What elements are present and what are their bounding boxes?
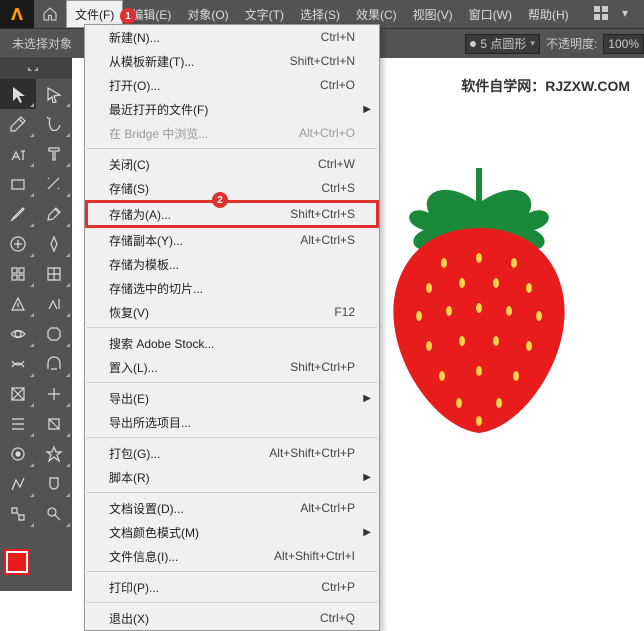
annotation-badge-1: 1 <box>120 8 136 24</box>
tools-collapse-icon[interactable] <box>0 59 72 79</box>
menu-item-29[interactable]: 退出(X)Ctrl+Q <box>85 606 379 630</box>
tool-28[interactable] <box>0 499 36 529</box>
menu-item-27[interactable]: 打印(P)...Ctrl+P <box>85 575 379 599</box>
tool-14[interactable] <box>0 289 36 319</box>
menu-item-21[interactable]: 脚本(R)▶ <box>85 465 379 489</box>
tool-27[interactable] <box>36 469 72 499</box>
selection-status: 未选择对象 <box>12 35 72 52</box>
menu-item-7[interactable]: 存储(S)Ctrl+S <box>85 176 379 200</box>
watermark-text: 软件自学网：RJZXW.COM <box>461 76 630 96</box>
menu-help[interactable]: 帮助(H) <box>520 0 577 28</box>
tool-16[interactable] <box>0 319 36 349</box>
menu-item-15[interactable]: 置入(L)...Shift+Ctrl+P <box>85 355 379 379</box>
menu-item-10[interactable]: 存储为模板... <box>85 252 379 276</box>
app-logo-icon <box>0 0 34 28</box>
menu-item-3[interactable]: 最近打开的文件(F)▶ <box>85 97 379 121</box>
tool-1[interactable] <box>36 79 72 109</box>
stroke-profile-dropdown[interactable]: 5 点圆形 ▾ <box>465 34 540 54</box>
opacity-value-input[interactable]: 100% <box>603 34 644 54</box>
menu-view[interactable]: 视图(V) <box>405 0 461 28</box>
menu-item-14[interactable]: 搜索 Adobe Stock... <box>85 331 379 355</box>
tool-29[interactable] <box>36 499 72 529</box>
menu-item-6[interactable]: 关闭(C)Ctrl+W <box>85 152 379 176</box>
menu-item-17[interactable]: 导出(E)▶ <box>85 386 379 410</box>
tool-25[interactable] <box>36 439 72 469</box>
menu-item-4: 在 Bridge 中浏览...Alt+Ctrl+O <box>85 121 379 145</box>
tool-10[interactable] <box>0 229 36 259</box>
tool-9[interactable] <box>36 199 72 229</box>
opacity-label: 不透明度: <box>546 35 597 52</box>
tool-24[interactable] <box>0 439 36 469</box>
menu-item-25[interactable]: 文件信息(I)...Alt+Shift+Ctrl+I <box>85 544 379 568</box>
menu-item-18[interactable]: 导出所选项目... <box>85 410 379 434</box>
tool-4[interactable] <box>0 139 36 169</box>
menu-item-24[interactable]: 文档颜色模式(M)▶ <box>85 520 379 544</box>
tool-15[interactable] <box>36 289 72 319</box>
tool-6[interactable] <box>0 169 36 199</box>
menu-item-8[interactable]: 存储为(A)...Shift+Ctrl+S <box>85 200 379 228</box>
tool-12[interactable] <box>0 259 36 289</box>
tool-20[interactable] <box>0 379 36 409</box>
tool-2[interactable] <box>0 109 36 139</box>
annotation-badge-2: 2 <box>212 192 228 208</box>
tool-8[interactable] <box>0 199 36 229</box>
tool-7[interactable] <box>36 169 72 199</box>
fill-stroke-swatch[interactable] <box>6 551 34 579</box>
tools-panel <box>0 58 72 591</box>
tool-3[interactable] <box>36 109 72 139</box>
home-icon[interactable] <box>34 0 66 28</box>
menu-item-2[interactable]: 打开(O)...Ctrl+O <box>85 73 379 97</box>
file-menu-dropdown: 新建(N)...Ctrl+N从模板新建(T)...Shift+Ctrl+N打开(… <box>84 24 380 631</box>
tool-17[interactable] <box>36 319 72 349</box>
tool-26[interactable] <box>0 469 36 499</box>
tool-19[interactable] <box>36 349 72 379</box>
menu-item-20[interactable]: 打包(G)...Alt+Shift+Ctrl+P <box>85 441 379 465</box>
tool-22[interactable] <box>0 409 36 439</box>
menu-window[interactable]: 窗口(W) <box>461 0 520 28</box>
tool-23[interactable] <box>36 409 72 439</box>
tool-5[interactable] <box>36 139 72 169</box>
tool-0[interactable] <box>0 79 36 109</box>
menu-item-0[interactable]: 新建(N)...Ctrl+N <box>85 25 379 49</box>
workspace-switcher[interactable]: ▾ <box>592 4 634 22</box>
menu-item-1[interactable]: 从模板新建(T)...Shift+Ctrl+N <box>85 49 379 73</box>
menu-item-23[interactable]: 文档设置(D)...Alt+Ctrl+P <box>85 496 379 520</box>
menu-item-11[interactable]: 存储选中的切片... <box>85 276 379 300</box>
tool-11[interactable] <box>36 229 72 259</box>
tool-21[interactable] <box>36 379 72 409</box>
menu-item-12[interactable]: 恢复(V)F12 <box>85 300 379 324</box>
tool-18[interactable] <box>0 349 36 379</box>
canvas-artwork-strawberry <box>384 158 574 438</box>
tool-13[interactable] <box>36 259 72 289</box>
menu-item-9[interactable]: 存储副本(Y)...Alt+Ctrl+S <box>85 228 379 252</box>
